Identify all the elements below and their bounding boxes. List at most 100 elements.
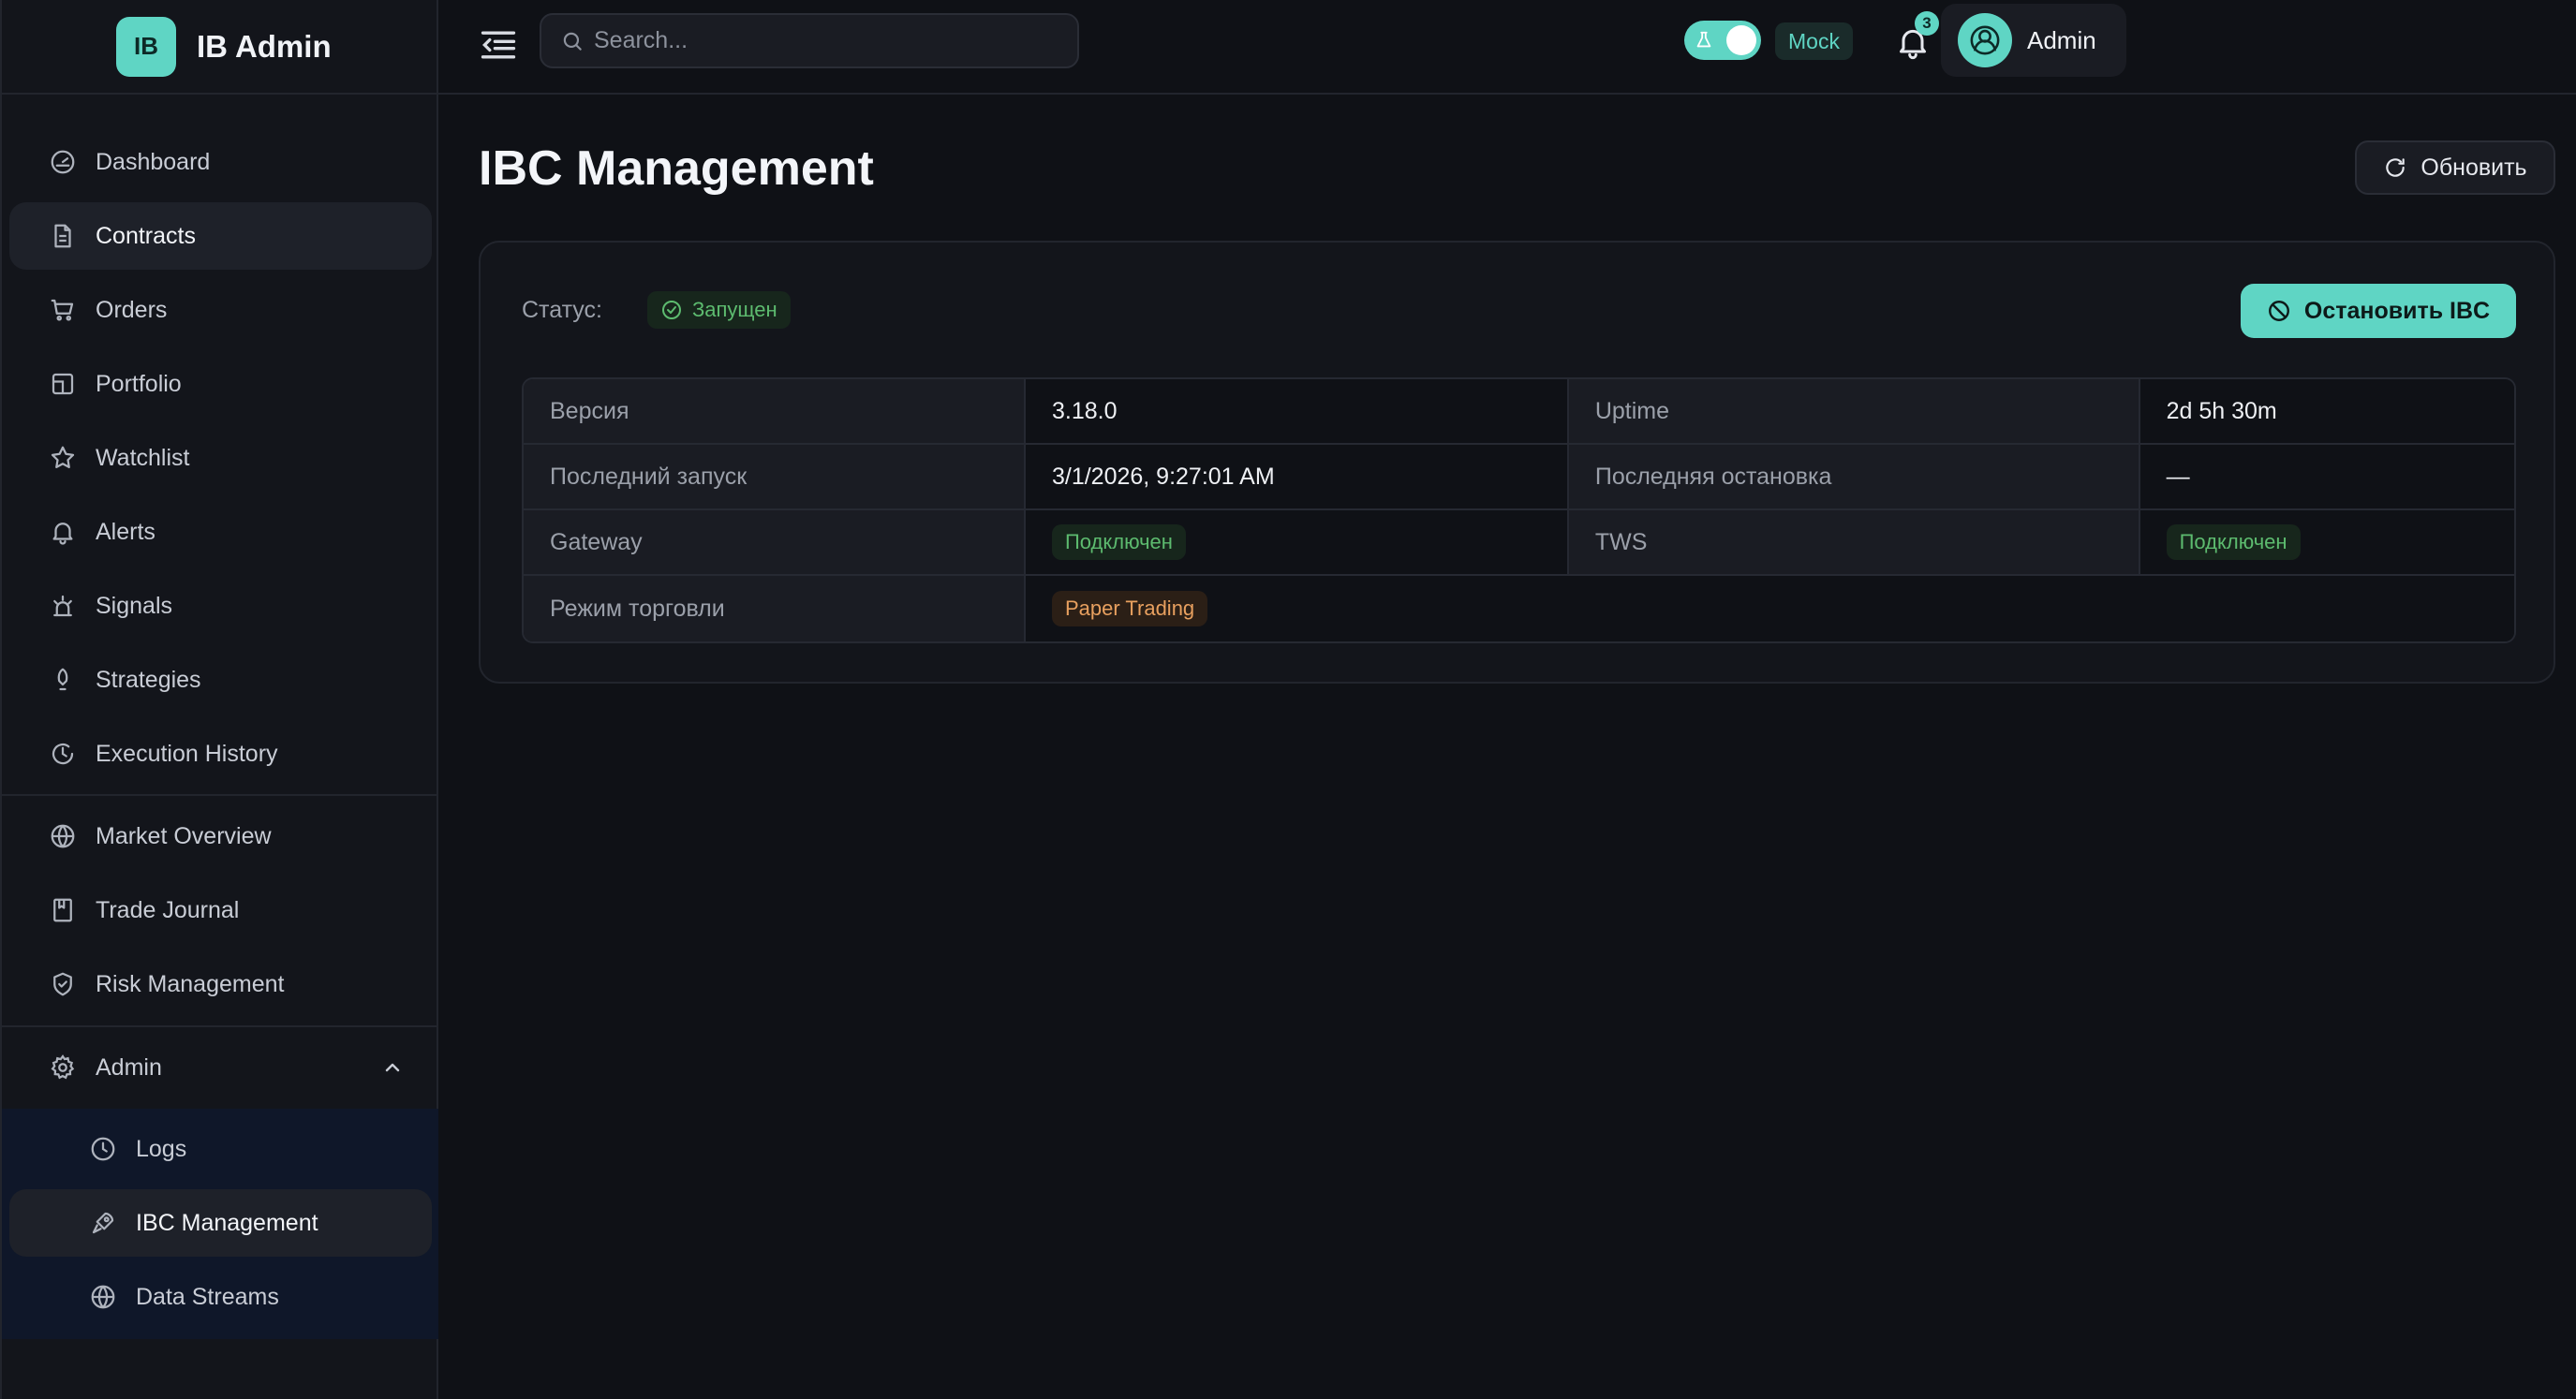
table-row: Последний запуск 3/1/2026, 9:27:01 AM По…	[524, 445, 2514, 510]
sidebar-item-portfolio[interactable]: Portfolio	[9, 350, 432, 418]
sidebar-item-label: Data Streams	[136, 1283, 279, 1310]
status-value: Запущен	[692, 298, 777, 321]
sidebar-item-label: Dashboard	[96, 148, 211, 175]
sidebar-item-data-streams[interactable]: Data Streams	[9, 1263, 432, 1331]
ibc-info-table: Версия 3.18.0 Uptime 2d 5h 30m Последний…	[522, 377, 2516, 643]
chevron-up-icon[interactable]	[381, 1056, 404, 1079]
sidebar-item-ibc-management[interactable]: IBC Management	[9, 1189, 432, 1257]
refresh-icon	[2386, 158, 2406, 177]
sidebar-item-label: Alerts	[96, 518, 155, 545]
star-icon	[51, 446, 75, 468]
sidebar-item-label: IBC Management	[136, 1209, 318, 1236]
version-label: Версия	[524, 379, 1026, 445]
sidebar-item-signals[interactable]: Signals	[9, 572, 432, 640]
sidebar-divider	[2, 794, 438, 796]
table-row: Gateway Подключен TWS Подключен	[524, 510, 2514, 576]
top-bar: Mock 3 Admin	[438, 0, 2576, 95]
uptime-value: 2d 5h 30m	[2139, 379, 2514, 445]
clock-icon	[91, 1137, 115, 1161]
stop-icon	[2268, 301, 2289, 321]
globe-icon	[91, 1285, 115, 1309]
tws-label: TWS	[1568, 510, 2140, 576]
bookmark-icon	[53, 898, 72, 922]
sidebar-item-admin[interactable]: Admin	[9, 1034, 432, 1101]
ibc-status-card: Статус: Запущен Остановить IBC Версия 3.…	[479, 241, 2555, 684]
bell-icon	[52, 523, 73, 545]
sidebar-item-label: Logs	[136, 1135, 187, 1162]
globe-icon	[51, 824, 75, 848]
gateway-label: Gateway	[524, 510, 1026, 576]
notification-count-badge: 3	[1915, 11, 1939, 36]
mock-mode-toggle[interactable]	[1684, 21, 1761, 60]
sidebar-item-dashboard[interactable]: Dashboard	[9, 128, 432, 196]
shield-icon	[53, 972, 72, 996]
sidebar-divider	[2, 1025, 438, 1027]
signal-icon	[53, 595, 72, 617]
page-title: IBC Management	[479, 141, 874, 196]
mock-badge: Mock	[1775, 22, 1853, 60]
search-input[interactable]	[594, 27, 1062, 54]
history-icon	[52, 743, 74, 765]
refresh-button[interactable]: Обновить	[2355, 140, 2555, 195]
user-menu-button[interactable]: Admin	[1941, 4, 2126, 77]
cart-icon	[51, 299, 74, 321]
last-start-label: Последний запуск	[524, 445, 1026, 510]
search-box[interactable]	[540, 13, 1079, 68]
sidebar-item-market-overview[interactable]: Market Overview	[9, 803, 432, 870]
toggle-knob	[1726, 25, 1756, 55]
stop-ibc-button[interactable]: Остановить IBC	[2241, 284, 2516, 338]
last-stop-label: Последняя остановка	[1568, 445, 2140, 510]
tws-status-badge: Подключен	[2166, 524, 2301, 560]
brand-logo[interactable]: IB	[116, 16, 176, 77]
version-value: 3.18.0	[1025, 379, 1569, 445]
tws-cell: Подключен	[2139, 510, 2514, 576]
stop-ibc-button-label: Остановить IBC	[2303, 297, 2491, 324]
status-label: Статус:	[522, 297, 602, 323]
sidebar-item-orders[interactable]: Orders	[9, 276, 432, 344]
table-row: Режим торговли Paper Trading	[524, 576, 2514, 641]
sidebar-item-alerts[interactable]: Alerts	[9, 498, 432, 566]
sidebar-item-label: Portfolio	[96, 370, 182, 397]
uptime-label: Uptime	[1568, 379, 2140, 445]
sidebar-item-label: Strategies	[96, 666, 201, 693]
sidebar-item-label: Execution History	[96, 740, 278, 767]
gauge-icon	[51, 150, 75, 174]
portfolio-icon	[52, 373, 74, 395]
table-row: Версия 3.18.0 Uptime 2d 5h 30m	[524, 379, 2514, 445]
gateway-status-badge: Подключен	[1051, 524, 1186, 560]
sidebar-item-risk-management[interactable]: Risk Management	[9, 950, 432, 1018]
status-badge: Запущен	[647, 291, 791, 329]
flask-icon	[1696, 31, 1711, 48]
sidebar-item-label: Admin	[96, 1053, 162, 1081]
sidebar-item-label: Trade Journal	[96, 896, 240, 923]
sidebar-item-logs[interactable]: Logs	[9, 1115, 432, 1183]
last-stop-value: —	[2139, 445, 2514, 510]
sidebar-item-trade-journal[interactable]: Trade Journal	[9, 876, 432, 944]
sidebar-item-label: Risk Management	[96, 970, 285, 997]
last-start-value: 3/1/2026, 9:27:01 AM	[1025, 445, 1569, 510]
user-name: Admin	[2027, 25, 2096, 54]
menu-toggle-icon[interactable]	[478, 24, 519, 66]
trading-mode-badge: Paper Trading	[1051, 591, 1208, 626]
brand: IB IB Admin	[2, 0, 437, 95]
trading-mode-cell: Paper Trading	[1025, 576, 2514, 641]
user-icon	[1970, 25, 2000, 55]
sidebar-item-contracts[interactable]: Contracts	[9, 202, 432, 270]
sidebar-item-label: Signals	[96, 592, 172, 619]
sidebar-item-label: Orders	[96, 296, 168, 323]
sidebar-item-label: Watchlist	[96, 444, 190, 471]
sidebar-item-execution-history[interactable]: Execution History	[9, 720, 432, 788]
sidebar-item-label: Contracts	[96, 222, 196, 249]
strategy-icon	[57, 668, 68, 691]
gear-icon	[51, 1054, 75, 1080]
sidebar-item-strategies[interactable]: Strategies	[9, 646, 432, 714]
trading-mode-label: Режим торговли	[524, 576, 1026, 641]
avatar	[1958, 13, 2012, 67]
sidebar: IB IB Admin Dashboard Contracts Orders P…	[0, 0, 438, 1399]
sidebar-item-watchlist[interactable]: Watchlist	[9, 424, 432, 492]
sidebar-item-label: Market Overview	[96, 822, 272, 849]
document-icon	[54, 224, 71, 248]
brand-name[interactable]: IB Admin	[197, 29, 332, 65]
search-icon	[563, 32, 582, 51]
gateway-cell: Подключен	[1025, 510, 1569, 576]
